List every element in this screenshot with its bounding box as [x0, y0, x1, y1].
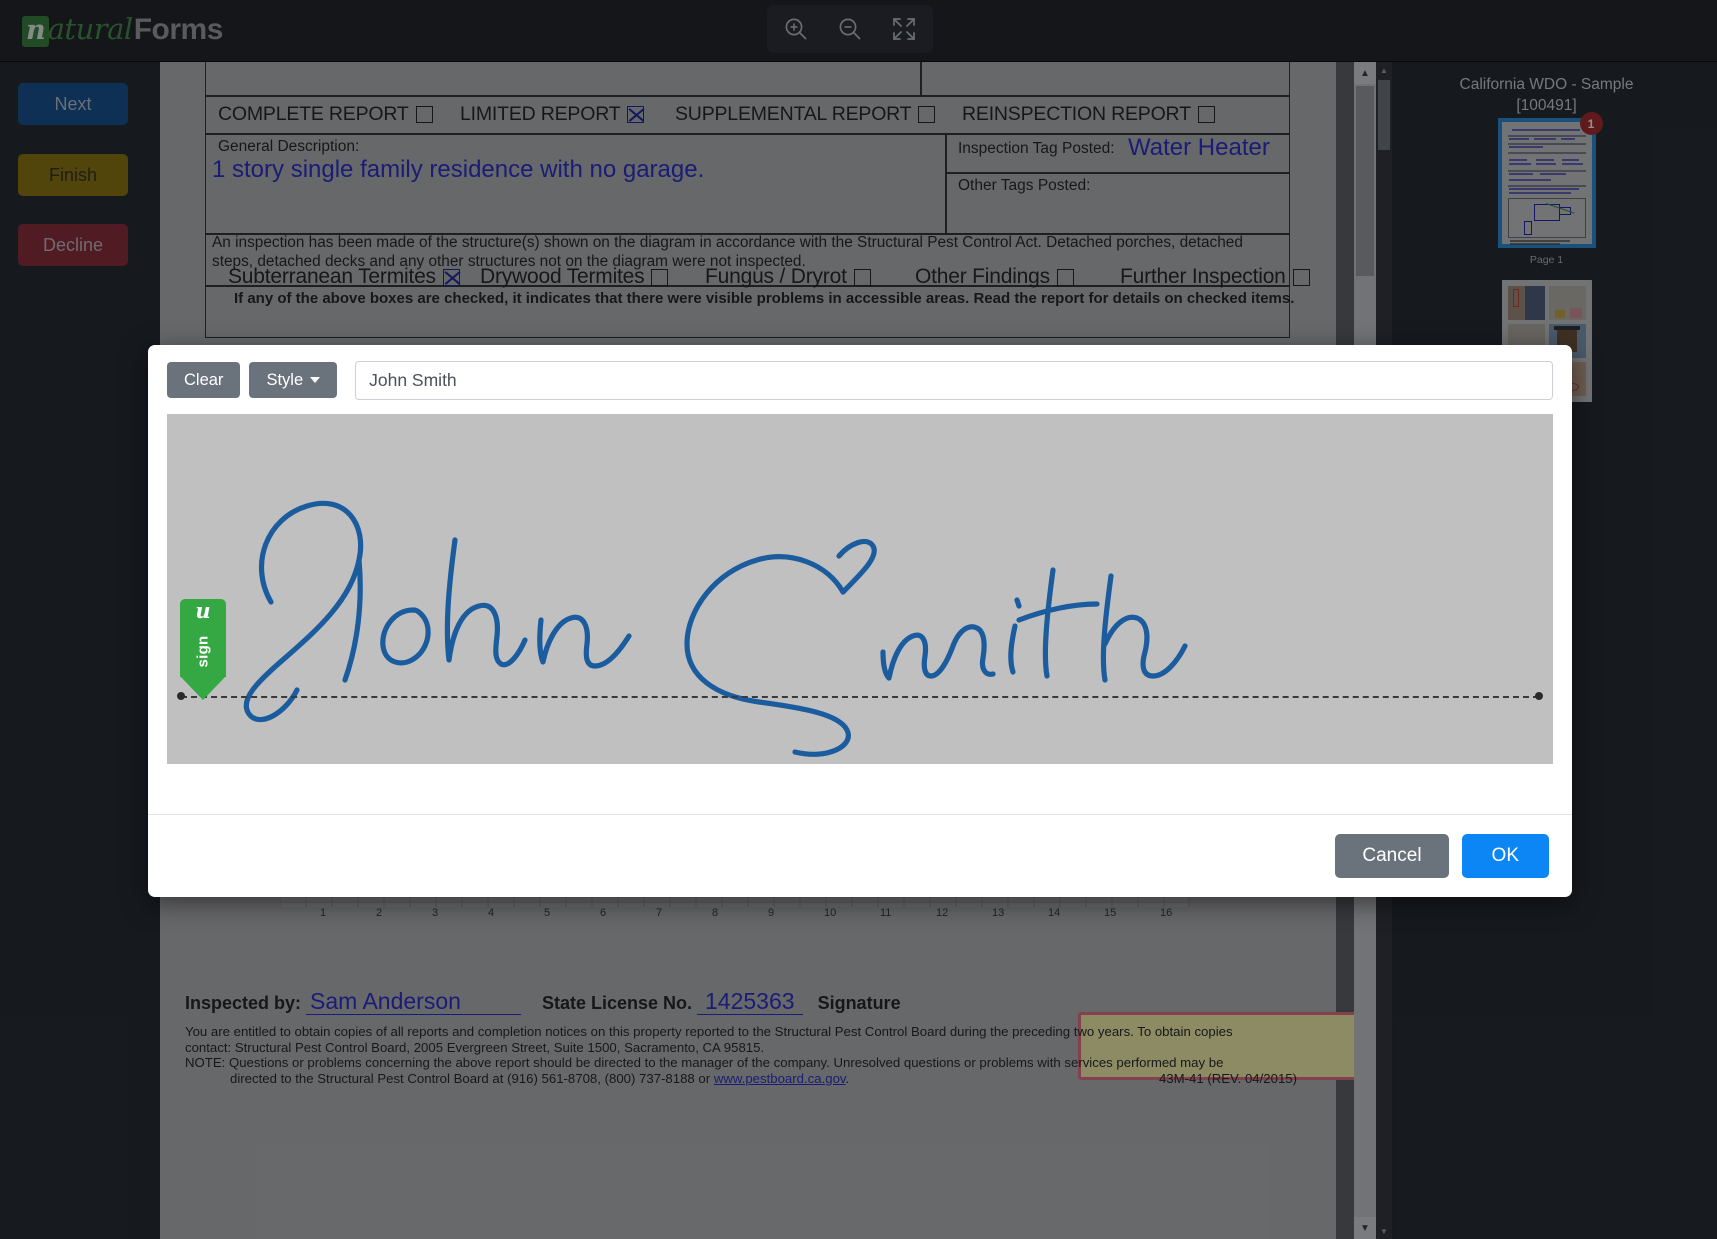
sign-here-tag[interactable]: n sign	[180, 599, 226, 709]
signature-capture-dialog: Clear Style n sign	[148, 345, 1572, 897]
signature-ink	[243, 500, 1188, 757]
sign-tag-label: sign	[194, 635, 212, 668]
ok-button[interactable]: OK	[1461, 834, 1549, 878]
chevron-down-icon	[310, 377, 321, 383]
baseline-end-dot	[1535, 692, 1543, 700]
signature-dialog-toolbar: Clear Style	[148, 345, 1572, 415]
style-dropdown-label: Style	[266, 370, 304, 389]
signature-dialog-footer: Cancel OK	[148, 814, 1572, 897]
style-dropdown-button[interactable]: Style	[249, 362, 338, 398]
signature-canvas[interactable]: n sign	[167, 414, 1553, 764]
signer-name-input[interactable]	[355, 360, 1553, 400]
cancel-button[interactable]: Cancel	[1335, 834, 1449, 878]
signature-baseline	[181, 696, 1539, 698]
clear-signature-button[interactable]: Clear	[167, 362, 241, 398]
